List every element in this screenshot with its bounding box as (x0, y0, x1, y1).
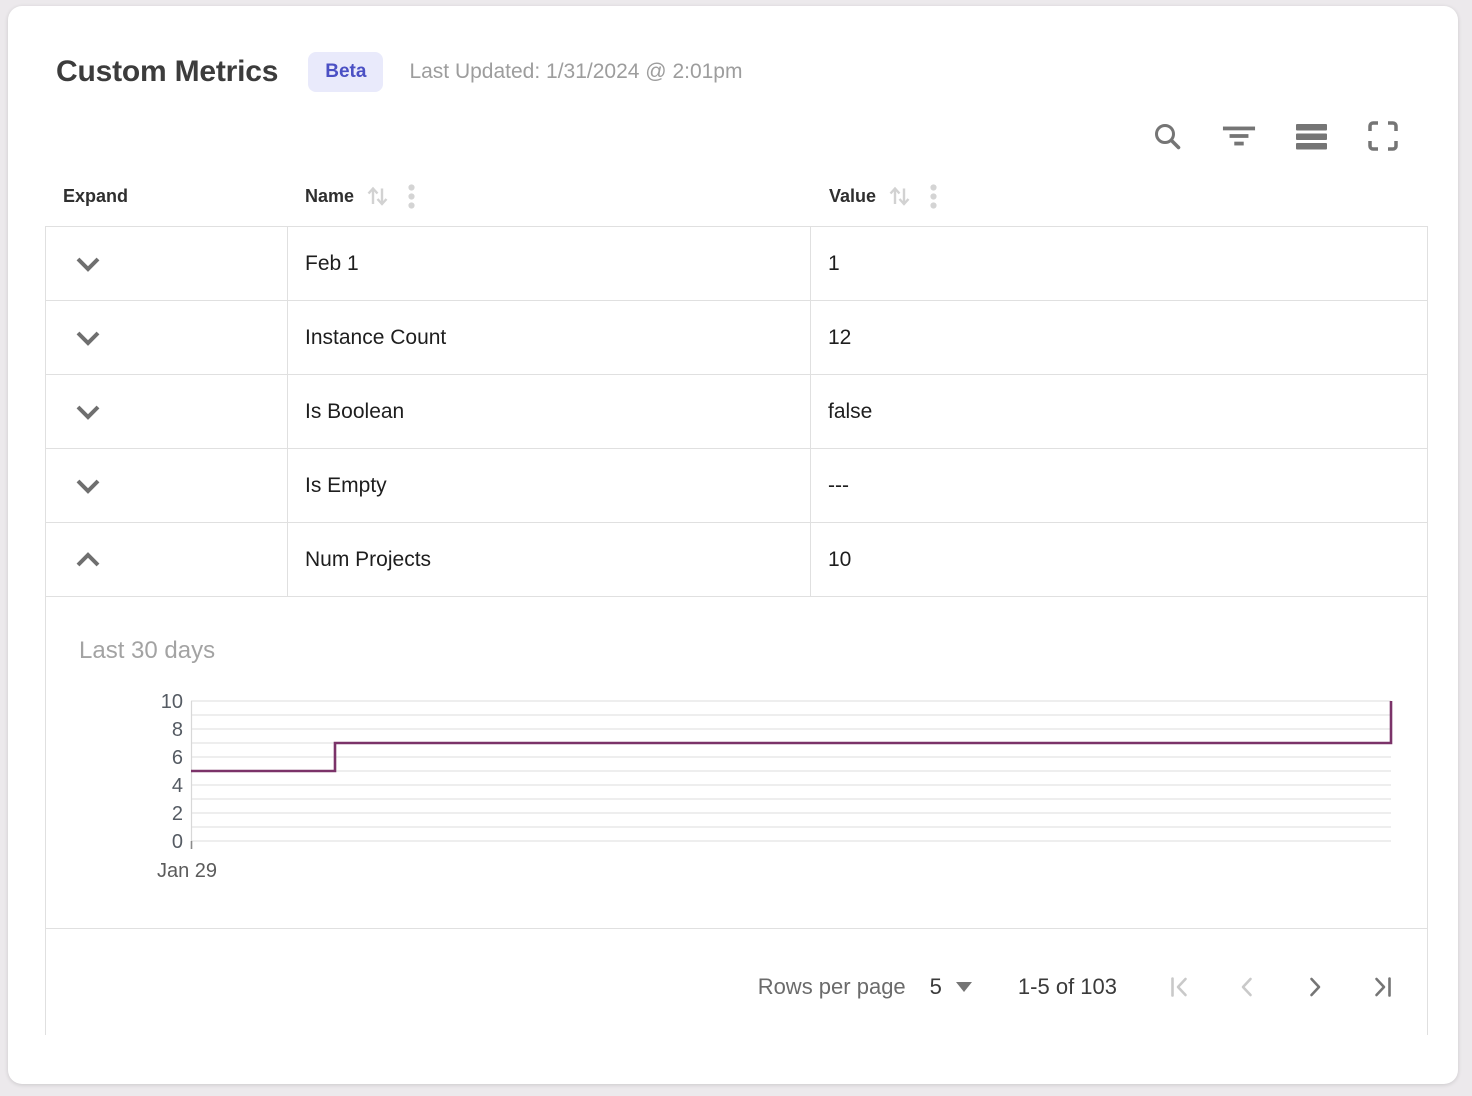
chevron-down-icon (73, 253, 103, 275)
column-header-value[interactable]: Value (812, 183, 1428, 210)
previous-page-icon[interactable] (1233, 973, 1261, 1001)
fullscreen-icon[interactable] (1366, 119, 1400, 153)
expand-row-button[interactable] (73, 475, 103, 497)
rows-per-page-label: Rows per page (758, 974, 906, 1000)
expand-row-button[interactable] (73, 401, 103, 423)
rows-per-page-value: 5 (930, 974, 942, 1000)
name-cell: Is Boolean (288, 375, 811, 448)
value-cell: 12 (811, 301, 1427, 374)
name-cell: Feb 1 (288, 227, 811, 300)
row-detail-panel: Last 30 days 0 2 4 6 8 10 Jan 29 (46, 597, 1427, 929)
last-page-icon[interactable] (1369, 973, 1397, 1001)
column-header-name-label: Name (305, 186, 354, 207)
name-cell: Instance Count (288, 301, 811, 374)
chart-title: Last 30 days (79, 637, 1427, 665)
density-icon[interactable] (1294, 119, 1328, 153)
sort-icon[interactable] (366, 183, 389, 210)
expand-cell (46, 449, 288, 522)
chevron-down-icon (73, 475, 103, 497)
axis-tick-label: 0 (172, 831, 183, 853)
num-projects-step-chart: 0 2 4 6 8 10 Jan 29 (79, 687, 1419, 887)
last-updated-text: Last Updated: 1/31/2024 @ 2:01pm (409, 60, 742, 84)
header: Custom Metrics Beta Last Updated: 1/31/2… (8, 6, 1458, 92)
value-cell: false (811, 375, 1427, 448)
beta-badge: Beta (308, 52, 383, 92)
chevron-down-icon (956, 982, 972, 992)
axis-tick-label: Jan 29 (157, 860, 217, 882)
pagination-range-label: 1-5 of 103 (1018, 974, 1117, 1000)
value-cell: 1 (811, 227, 1427, 300)
next-page-icon[interactable] (1301, 973, 1329, 1001)
series-line (191, 701, 1391, 771)
filter-icon[interactable] (1222, 119, 1256, 153)
column-header-value-label: Value (829, 186, 876, 207)
expand-row-button[interactable] (73, 253, 103, 275)
table-body: Feb 11Instance Count12Is BooleanfalseIs … (45, 226, 1428, 1035)
chevron-down-icon (73, 327, 103, 349)
first-page-icon[interactable] (1165, 973, 1193, 1001)
chevron-down-icon (73, 401, 103, 423)
axis-tick-label: 10 (161, 691, 183, 713)
name-cell: Is Empty (288, 449, 811, 522)
axis-tick-label: 6 (172, 747, 183, 769)
table-footer: Rows per page 5 1-5 of 103 (46, 929, 1427, 1035)
table-row: Feb 11 (46, 227, 1427, 301)
table-row: Num Projects10 (46, 523, 1427, 597)
grid-toolbar (8, 92, 1458, 156)
name-cell: Num Projects (288, 523, 811, 596)
table-header-row: Expand Name (45, 166, 1428, 226)
table-rows: Feb 11Instance Count12Is BooleanfalseIs … (46, 227, 1427, 597)
custom-metrics-card: Custom Metrics Beta Last Updated: 1/31/2… (8, 6, 1458, 1084)
sort-icon[interactable] (888, 183, 911, 210)
table-row: Is Booleanfalse (46, 375, 1427, 449)
value-cell: 10 (811, 523, 1427, 596)
column-header-expand: Expand (45, 186, 288, 207)
expand-cell (46, 375, 288, 448)
chevron-up-icon (73, 549, 103, 571)
collapse-row-button[interactable] (73, 549, 103, 571)
column-menu-icon[interactable] (407, 183, 416, 210)
value-cell: --- (811, 449, 1427, 522)
column-header-name[interactable]: Name (288, 183, 812, 210)
pagination-controls (1165, 973, 1397, 1001)
axis-tick-label: 8 (172, 719, 183, 741)
rows-per-page-select[interactable]: 5 (930, 974, 972, 1000)
table-row: Instance Count12 (46, 301, 1427, 375)
page-title: Custom Metrics (56, 55, 278, 89)
axis-tick-label: 2 (172, 803, 183, 825)
column-header-expand-label: Expand (63, 186, 128, 206)
table-row: Is Empty--- (46, 449, 1427, 523)
expand-row-button[interactable] (73, 327, 103, 349)
axis-tick-label: 4 (172, 775, 183, 797)
search-icon[interactable] (1150, 119, 1184, 153)
column-menu-icon[interactable] (929, 183, 938, 210)
expand-cell (46, 301, 288, 374)
expand-cell (46, 227, 288, 300)
expand-cell (46, 523, 288, 596)
custom-metrics-table: Expand Name (45, 166, 1428, 1035)
